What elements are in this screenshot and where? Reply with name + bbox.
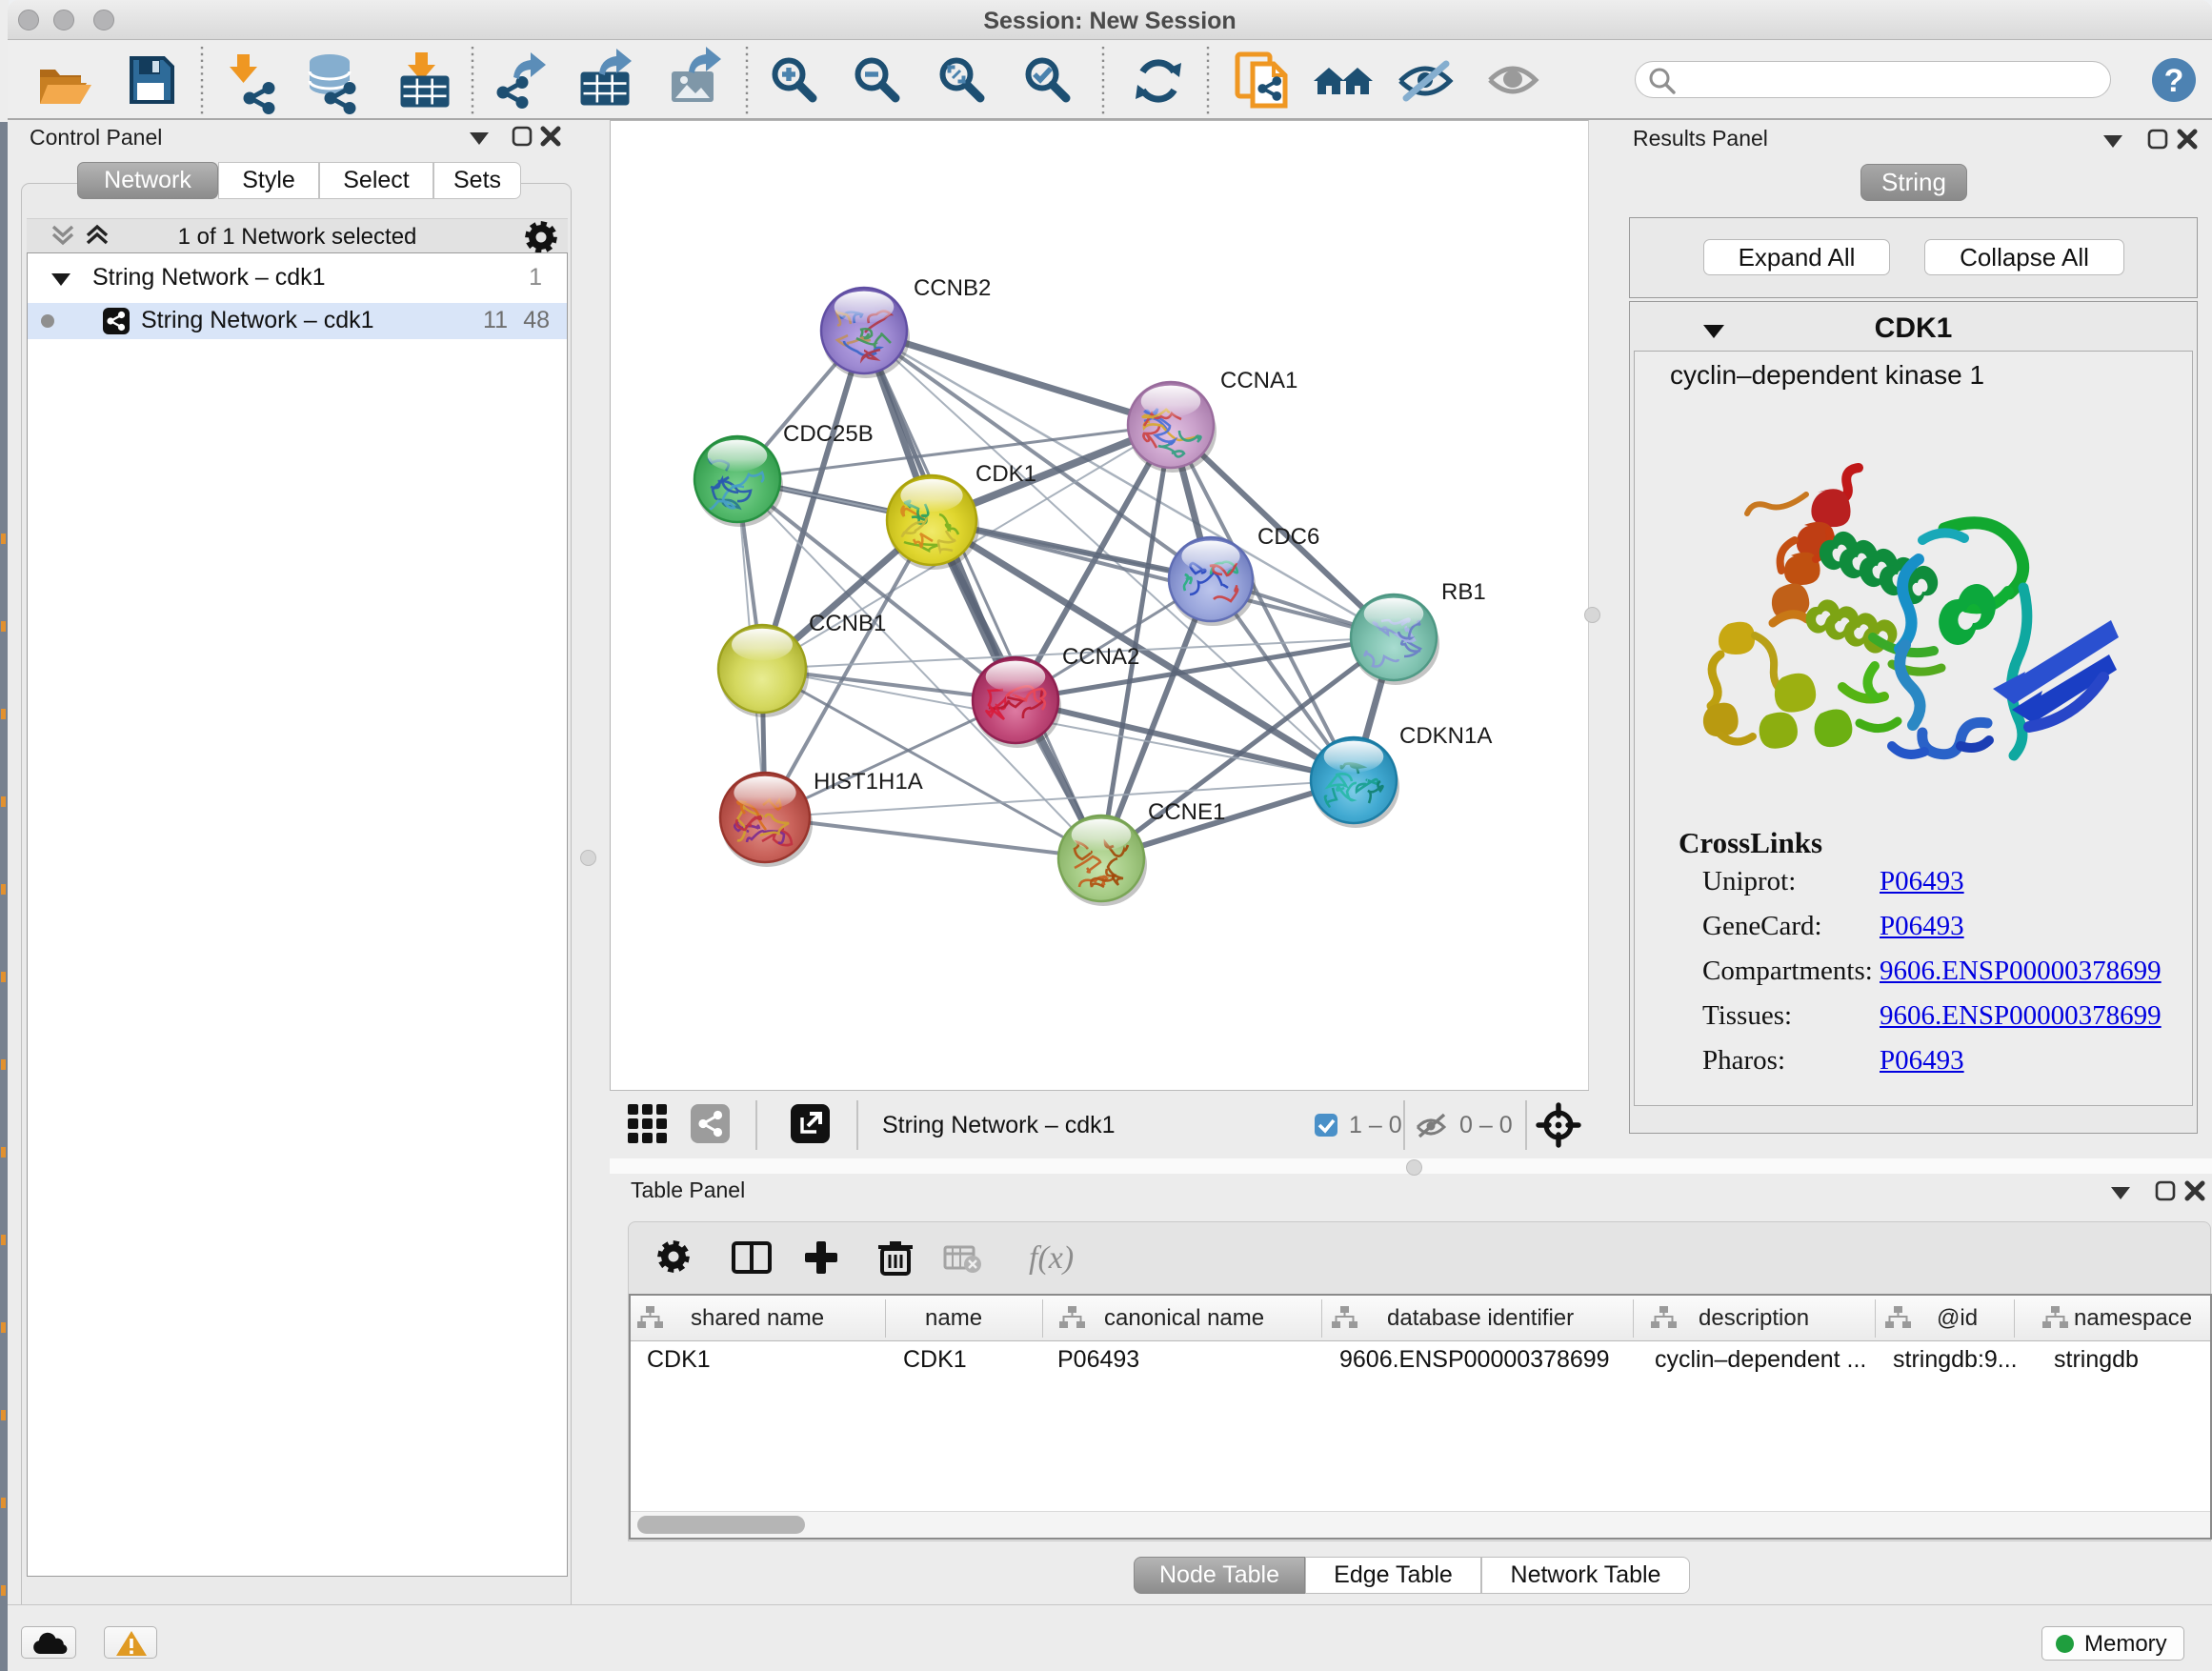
svg-text:CCNA2: CCNA2 — [1062, 644, 1139, 670]
svg-text:CDK1: CDK1 — [975, 461, 1036, 487]
svg-text:0 – 0: 0 – 0 — [1459, 1112, 1513, 1138]
svg-text:1 – 0: 1 – 0 — [1349, 1112, 1402, 1138]
svg-text:CDKN1A: CDKN1A — [1399, 723, 1492, 749]
svg-text:CCNB1: CCNB1 — [809, 611, 886, 636]
svg-text:CCNE1: CCNE1 — [1148, 799, 1225, 825]
svg-text:?: ? — [2164, 63, 2184, 99]
svg-text:CCNB2: CCNB2 — [914, 275, 991, 301]
svg-text:CDC6: CDC6 — [1257, 524, 1319, 550]
svg-text:RB1: RB1 — [1441, 579, 1486, 605]
svg-text:String Network – cdk1: String Network – cdk1 — [882, 1112, 1116, 1138]
svg-text:CCNA1: CCNA1 — [1220, 368, 1297, 393]
svg-text:CDC25B: CDC25B — [783, 421, 874, 447]
svg-text:f(x): f(x) — [1029, 1240, 1074, 1276]
svg-text:HIST1H1A: HIST1H1A — [814, 769, 923, 795]
